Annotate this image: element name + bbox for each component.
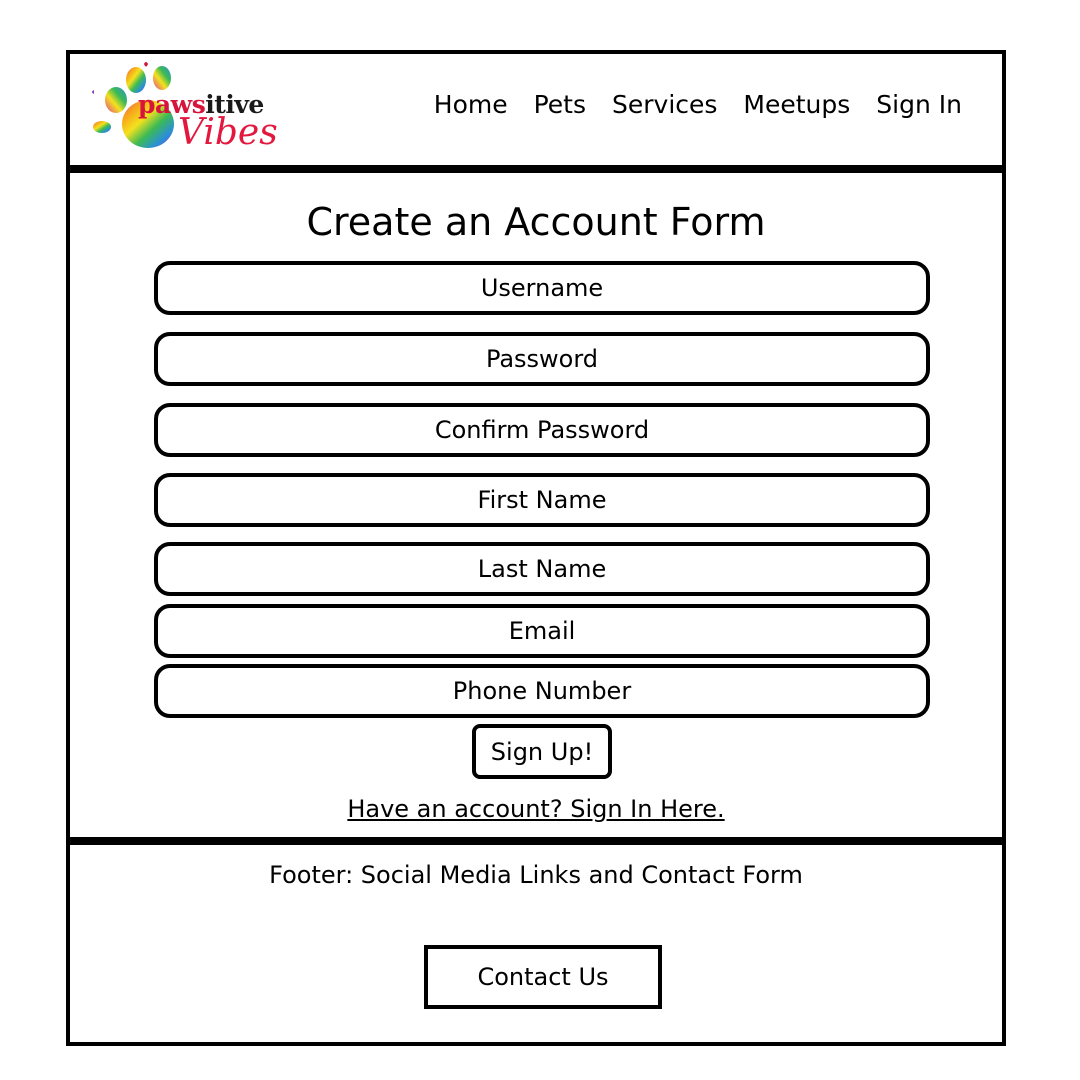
username-field[interactable] [154, 261, 930, 315]
footer-text: Footer: Social Media Links and Contact F… [269, 861, 803, 889]
form-title: Create an Account Form [306, 200, 766, 244]
nav-home[interactable]: Home [434, 90, 508, 119]
password-field[interactable] [154, 332, 930, 386]
main-nav: Home Pets Services Meetups Sign In [434, 90, 962, 119]
sign-in-link[interactable]: Have an account? Sign In Here. [70, 793, 1002, 825]
sign-up-button[interactable]: Sign Up! [472, 724, 612, 779]
pawsitive-vibes-logo[interactable]: pawsitive Vibes [86, 60, 278, 162]
phone-number-field[interactable] [154, 664, 930, 718]
site-footer: Footer: Social Media Links and Contact F… [66, 841, 1006, 1046]
email-field[interactable] [154, 604, 930, 658]
logo-tagline: Vibes [178, 112, 278, 153]
last-name-field[interactable] [154, 542, 930, 596]
contact-us-button[interactable]: Contact Us [424, 945, 662, 1009]
site-header: pawsitive Vibes Home Pets Services Meetu… [66, 50, 1006, 169]
first-name-field[interactable] [154, 473, 930, 527]
nav-meetups[interactable]: Meetups [743, 90, 850, 119]
nav-pets[interactable]: Pets [534, 90, 586, 119]
nav-sign-in[interactable]: Sign In [876, 90, 962, 119]
confirm-password-field[interactable] [154, 403, 930, 457]
nav-services[interactable]: Services [612, 90, 717, 119]
create-account-section: Create an Account Form Sign Up! Have an … [66, 169, 1006, 841]
